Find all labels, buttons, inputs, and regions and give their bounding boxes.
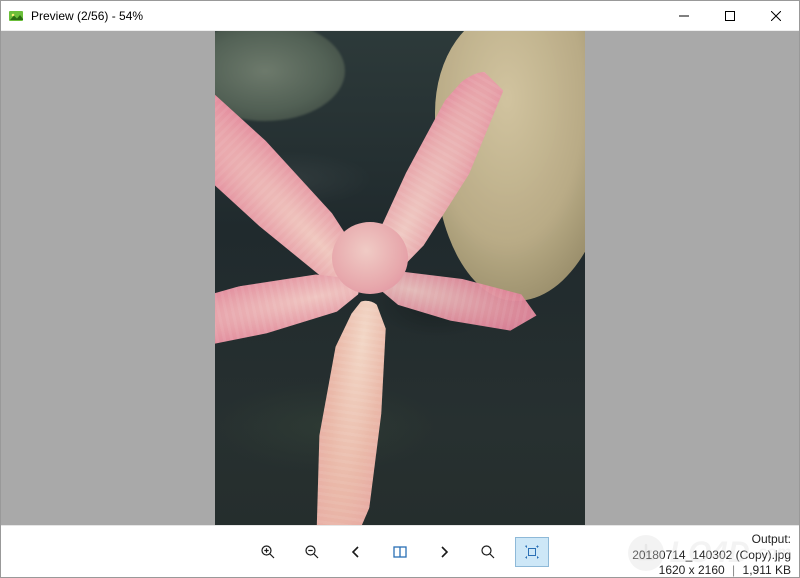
toolbar: Output: 20180714_140302 (Copy).jpg 1620 … [1,525,799,577]
zoom-in-button[interactable] [251,537,285,567]
actual-size-button[interactable] [515,537,549,567]
maximize-button[interactable] [707,1,753,31]
window-title: Preview (2/56) - 54% [31,9,143,23]
meta-separator: | [732,563,735,577]
output-filename: 20180714_140302 (Copy).jpg [632,548,791,564]
output-info: Output: 20180714_140302 (Copy).jpg 1620 … [632,532,791,578]
compare-button[interactable] [383,537,417,567]
output-dimensions: 1620 x 2160 [659,563,725,577]
app-window: Preview (2/56) - 54% [0,0,800,578]
image-viewport[interactable] [1,31,799,525]
minimize-button[interactable] [661,1,707,31]
fit-button[interactable] [471,537,505,567]
prev-button[interactable] [339,537,373,567]
preview-image [215,31,585,525]
zoom-out-button[interactable] [295,537,329,567]
next-button[interactable] [427,537,461,567]
close-button[interactable] [753,1,799,31]
output-label: Output: [632,532,791,548]
output-meta: 1620 x 2160 | 1,911 KB [632,563,791,578]
titlebar: Preview (2/56) - 54% [1,1,799,31]
output-filesize: 1,911 KB [743,563,791,577]
app-icon [8,8,24,24]
